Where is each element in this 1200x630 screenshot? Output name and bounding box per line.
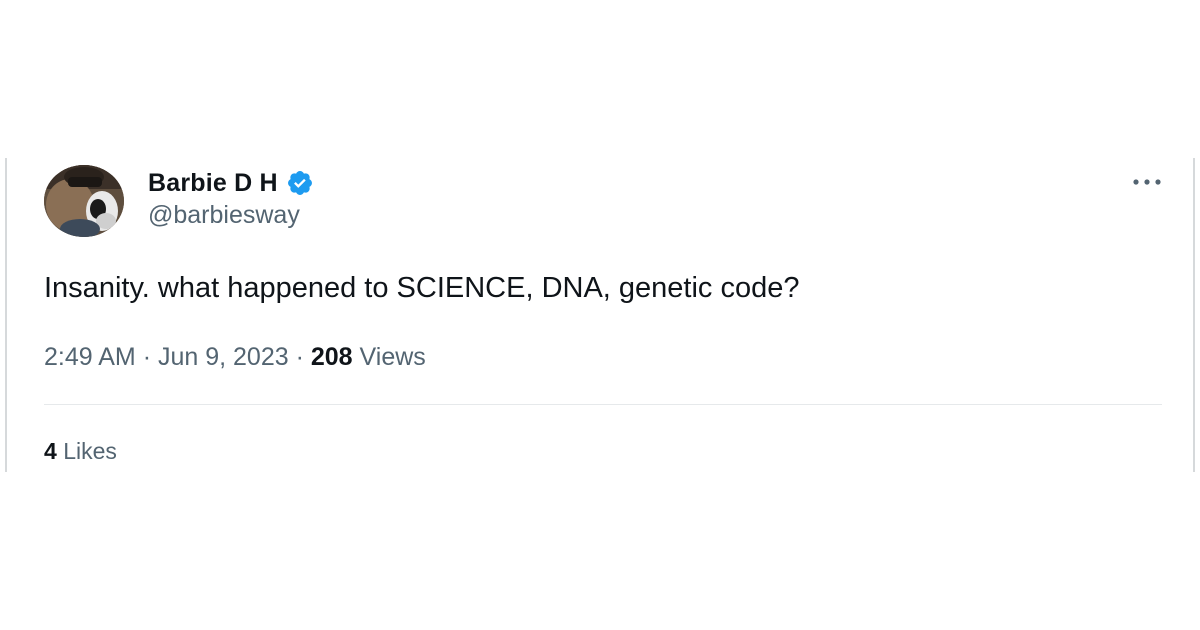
display-name[interactable]: Barbie D H bbox=[148, 169, 278, 198]
tweet-date[interactable]: Jun 9, 2023 bbox=[158, 343, 289, 371]
tweet-time[interactable]: 2:49 AM bbox=[44, 343, 136, 371]
likes-label: Likes bbox=[63, 438, 117, 464]
user-handle[interactable]: @barbiesway bbox=[148, 201, 314, 230]
meta-separator: · bbox=[142, 343, 152, 371]
tweet-text: Insanity. what happened to SCIENCE, DNA,… bbox=[44, 272, 800, 304]
meta-separator: · bbox=[295, 343, 304, 371]
tweet-card: Barbie D H @barbiesway Insanity. what ha… bbox=[5, 158, 1195, 472]
avatar[interactable] bbox=[44, 165, 124, 237]
likes-link[interactable]: 4 Likes bbox=[44, 438, 117, 465]
profile-photo bbox=[44, 165, 124, 237]
user-block: Barbie D H @barbiesway bbox=[148, 168, 314, 230]
views-count: 208 bbox=[310, 343, 353, 371]
tweet-meta: 2:49 AM · Jun 9, 2023 · 208 Views bbox=[44, 343, 426, 372]
more-options-icon bbox=[1133, 179, 1161, 185]
more-options-button[interactable] bbox=[1127, 170, 1167, 194]
divider bbox=[44, 404, 1162, 405]
views-label: Views bbox=[359, 343, 426, 371]
name-row: Barbie D H bbox=[148, 168, 314, 198]
verified-badge-icon bbox=[286, 169, 314, 197]
likes-count: 4 bbox=[44, 438, 57, 464]
